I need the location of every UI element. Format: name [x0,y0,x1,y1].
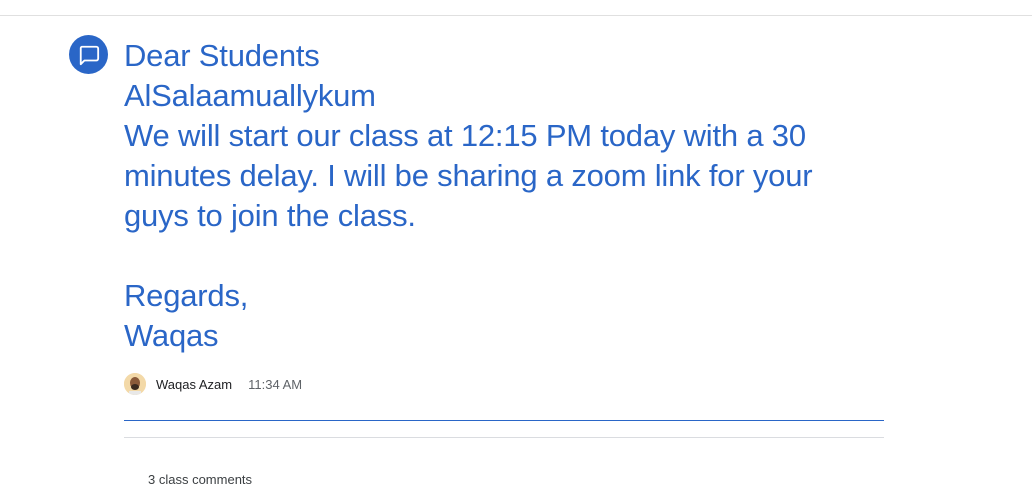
author-name: Waqas Azam [156,376,233,392]
post-line-body-3: guys to join the class. [124,198,416,233]
announcement-text: Dear Students AlSalaamuallykum We will s… [124,36,884,356]
post-line-signature: Waqas [124,318,219,353]
user-avatar-icon [124,373,146,395]
post-line-blank [124,236,884,276]
comments-divider [124,437,884,438]
class-comments-link[interactable]: 3 class comments [148,472,252,487]
post-line-salutation: AlSalaamuallykum [124,78,376,113]
post-line-closing: Regards, [124,278,249,313]
post-line-body-2: minutes delay. I will be sharing a zoom … [124,158,813,193]
post-line-greeting: Dear Students [124,38,320,73]
post-line-body-1: We will start our class at 12:15 PM toda… [124,118,806,153]
top-divider [0,15,1032,16]
post-bottom-divider [124,420,884,421]
user-avatar[interactable] [124,373,146,395]
post-author-row: Waqas Azam 11:34 AM [124,372,302,396]
chat-bubble-icon [79,45,99,65]
post-timestamp: 11:34 AM [248,376,303,392]
announcement-icon [69,35,108,74]
